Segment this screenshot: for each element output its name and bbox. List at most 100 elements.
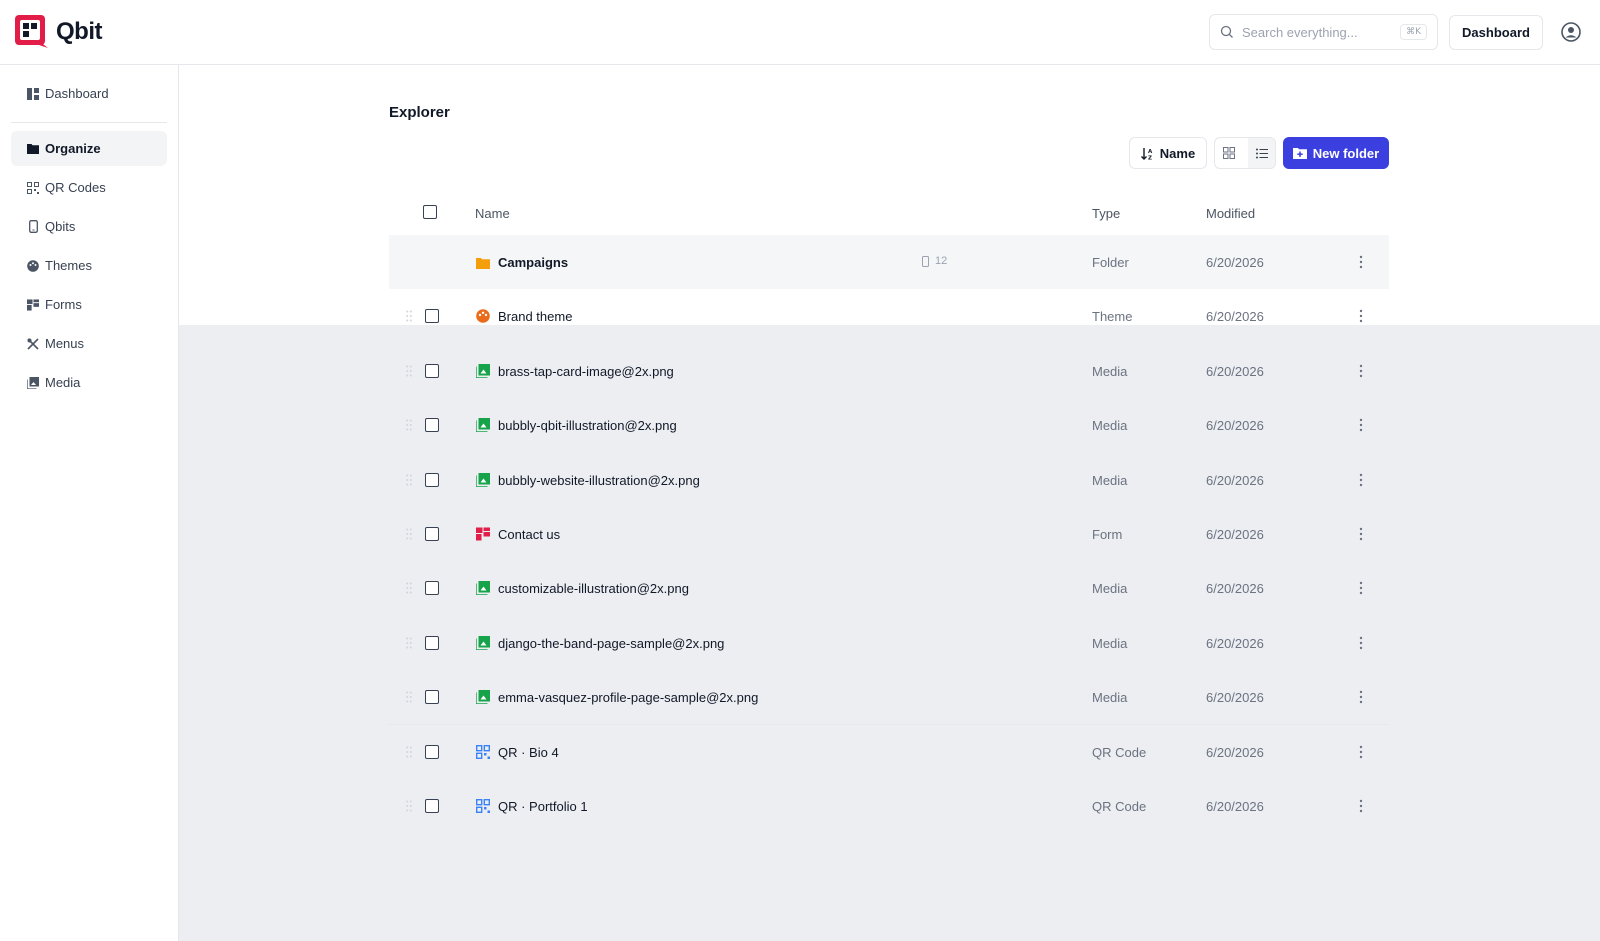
drag-handle-icon[interactable] xyxy=(406,474,412,486)
row-type: Theme xyxy=(1092,309,1133,324)
sidebar-divider xyxy=(11,122,167,123)
search-shortcut: ⌘K xyxy=(1400,24,1427,40)
table-row[interactable]: customizable-illustration@2x.png Media 6… xyxy=(389,561,1389,615)
sidebar: Dashboard Organize QR Codes Qbits Themes… xyxy=(0,65,179,941)
phone-icon xyxy=(27,220,39,233)
table-row[interactable]: bubbly-website-illustration@2x.png Media… xyxy=(389,453,1389,507)
sidebar-item-media[interactable]: Media xyxy=(11,365,167,400)
row-modified: 6/20/2026 xyxy=(1206,745,1264,760)
more-options-icon[interactable] xyxy=(1359,799,1363,813)
row-name: emma-vasquez-profile-page-sample@2x.png xyxy=(498,690,759,705)
page-title: Explorer xyxy=(389,104,450,121)
more-options-icon[interactable] xyxy=(1359,418,1363,432)
dashboard-icon xyxy=(27,87,39,100)
search-icon xyxy=(1220,25,1233,38)
sidebar-item-label: Dashboard xyxy=(45,86,109,101)
column-header-type[interactable]: Type xyxy=(1092,206,1120,221)
sidebar-item-menus[interactable]: Menus xyxy=(11,326,167,361)
more-options-icon[interactable] xyxy=(1359,255,1363,269)
sidebar-item-qbits[interactable]: Qbits xyxy=(11,209,167,244)
more-options-icon[interactable] xyxy=(1359,309,1363,323)
sidebar-item-dashboard[interactable]: Dashboard xyxy=(11,76,167,111)
row-checkbox[interactable] xyxy=(425,527,439,541)
sidebar-item-label: Organize xyxy=(45,141,101,156)
column-header-name[interactable]: Name xyxy=(475,206,510,221)
row-checkbox[interactable] xyxy=(425,581,439,595)
row-checkbox[interactable] xyxy=(425,745,439,759)
list-view-button[interactable] xyxy=(1248,138,1275,168)
sort-label: Name xyxy=(1159,145,1196,161)
svg-text:Z: Z xyxy=(1148,155,1152,160)
search-input[interactable]: Search everything... ⌘K xyxy=(1209,14,1438,50)
new-folder-button[interactable]: New folder xyxy=(1283,137,1389,169)
sort-button[interactable]: A Z Name xyxy=(1129,137,1207,169)
table-row[interactable]: emma-vasquez-profile-page-sample@2x.png … xyxy=(389,670,1389,724)
row-name: bubbly-qbit-illustration@2x.png xyxy=(498,418,677,433)
more-options-icon[interactable] xyxy=(1359,690,1363,704)
drag-handle-icon[interactable] xyxy=(406,582,412,594)
row-checkbox[interactable] xyxy=(425,799,439,813)
table-row[interactable]: brass-tap-card-image@2x.png Media 6/20/2… xyxy=(389,344,1389,398)
form-icon xyxy=(476,527,490,541)
sidebar-item-label: Media xyxy=(45,375,81,390)
row-type: Media xyxy=(1092,581,1128,596)
palette-icon xyxy=(27,259,39,272)
sidebar-item-qr-codes[interactable]: QR Codes xyxy=(11,170,167,205)
table-row[interactable]: QR · Portfolio 1 QR Code 6/20/2026 xyxy=(389,779,1389,833)
row-modified: 6/20/2026 xyxy=(1206,581,1264,596)
image-icon xyxy=(476,364,490,378)
row-name: QR · Bio 4 xyxy=(498,745,559,760)
sidebar-item-organize[interactable]: Organize xyxy=(11,131,167,166)
select-all-checkbox[interactable] xyxy=(423,205,437,219)
drag-handle-icon[interactable] xyxy=(406,419,412,431)
phone-icon xyxy=(922,255,929,267)
row-checkbox[interactable] xyxy=(425,473,439,487)
row-checkbox[interactable] xyxy=(425,690,439,704)
drag-handle-icon[interactable] xyxy=(406,365,412,377)
row-checkbox[interactable] xyxy=(425,636,439,650)
more-options-icon[interactable] xyxy=(1359,581,1363,595)
row-modified: 6/20/2026 xyxy=(1206,473,1264,488)
drag-handle-icon[interactable] xyxy=(406,528,412,540)
column-header-modified[interactable]: Modified xyxy=(1206,206,1255,221)
drag-handle-icon[interactable] xyxy=(406,637,412,649)
more-options-icon[interactable] xyxy=(1359,527,1363,541)
search-placeholder: Search everything... xyxy=(1242,24,1358,40)
drag-handle-icon[interactable] xyxy=(406,310,412,322)
svg-text:A: A xyxy=(1148,149,1153,155)
top-header: Qbit Search everything... ⌘K Dashboard xyxy=(0,0,1600,65)
drag-handle-icon[interactable] xyxy=(406,800,412,812)
table-row[interactable]: django-the-band-page-sample@2x.png Media… xyxy=(389,616,1389,670)
qr-code-icon xyxy=(476,799,490,813)
grid-view-button[interactable] xyxy=(1215,138,1242,168)
more-options-icon[interactable] xyxy=(1359,636,1363,650)
palette-icon xyxy=(476,309,490,323)
count-value: 12 xyxy=(935,255,948,267)
table-row[interactable]: bubbly-qbit-illustration@2x.png Media 6/… xyxy=(389,398,1389,452)
row-checkbox[interactable] xyxy=(425,418,439,432)
view-toggle xyxy=(1214,137,1276,169)
more-options-icon[interactable] xyxy=(1359,745,1363,759)
row-name: customizable-illustration@2x.png xyxy=(498,581,689,596)
table-row[interactable]: Brand theme Theme 6/20/2026 xyxy=(389,289,1389,343)
table-row[interactable]: Campaigns 12 Folder 6/20/2026 xyxy=(389,235,1389,289)
qr-code-icon xyxy=(476,745,490,759)
sidebar-item-themes[interactable]: Themes xyxy=(11,248,167,283)
row-checkbox[interactable] xyxy=(425,364,439,378)
more-options-icon[interactable] xyxy=(1359,473,1363,487)
table-row[interactable]: Contact us Form 6/20/2026 xyxy=(389,507,1389,561)
sidebar-item-forms[interactable]: Forms xyxy=(11,287,167,322)
row-type: QR Code xyxy=(1092,745,1147,760)
row-modified: 6/20/2026 xyxy=(1206,364,1264,379)
dashboard-button[interactable]: Dashboard xyxy=(1449,15,1543,50)
sidebar-item-label: Forms xyxy=(45,297,82,312)
app-logo[interactable]: Qbit xyxy=(15,15,103,48)
grid-icon xyxy=(1222,147,1235,159)
user-avatar-icon[interactable] xyxy=(1561,22,1581,42)
table-row[interactable]: QR · Bio 4 QR Code 6/20/2026 xyxy=(389,724,1389,778)
more-options-icon[interactable] xyxy=(1359,364,1363,378)
drag-handle-icon[interactable] xyxy=(406,746,412,758)
folder-icon xyxy=(27,143,39,155)
drag-handle-icon[interactable] xyxy=(406,691,412,703)
row-checkbox[interactable] xyxy=(425,309,439,323)
